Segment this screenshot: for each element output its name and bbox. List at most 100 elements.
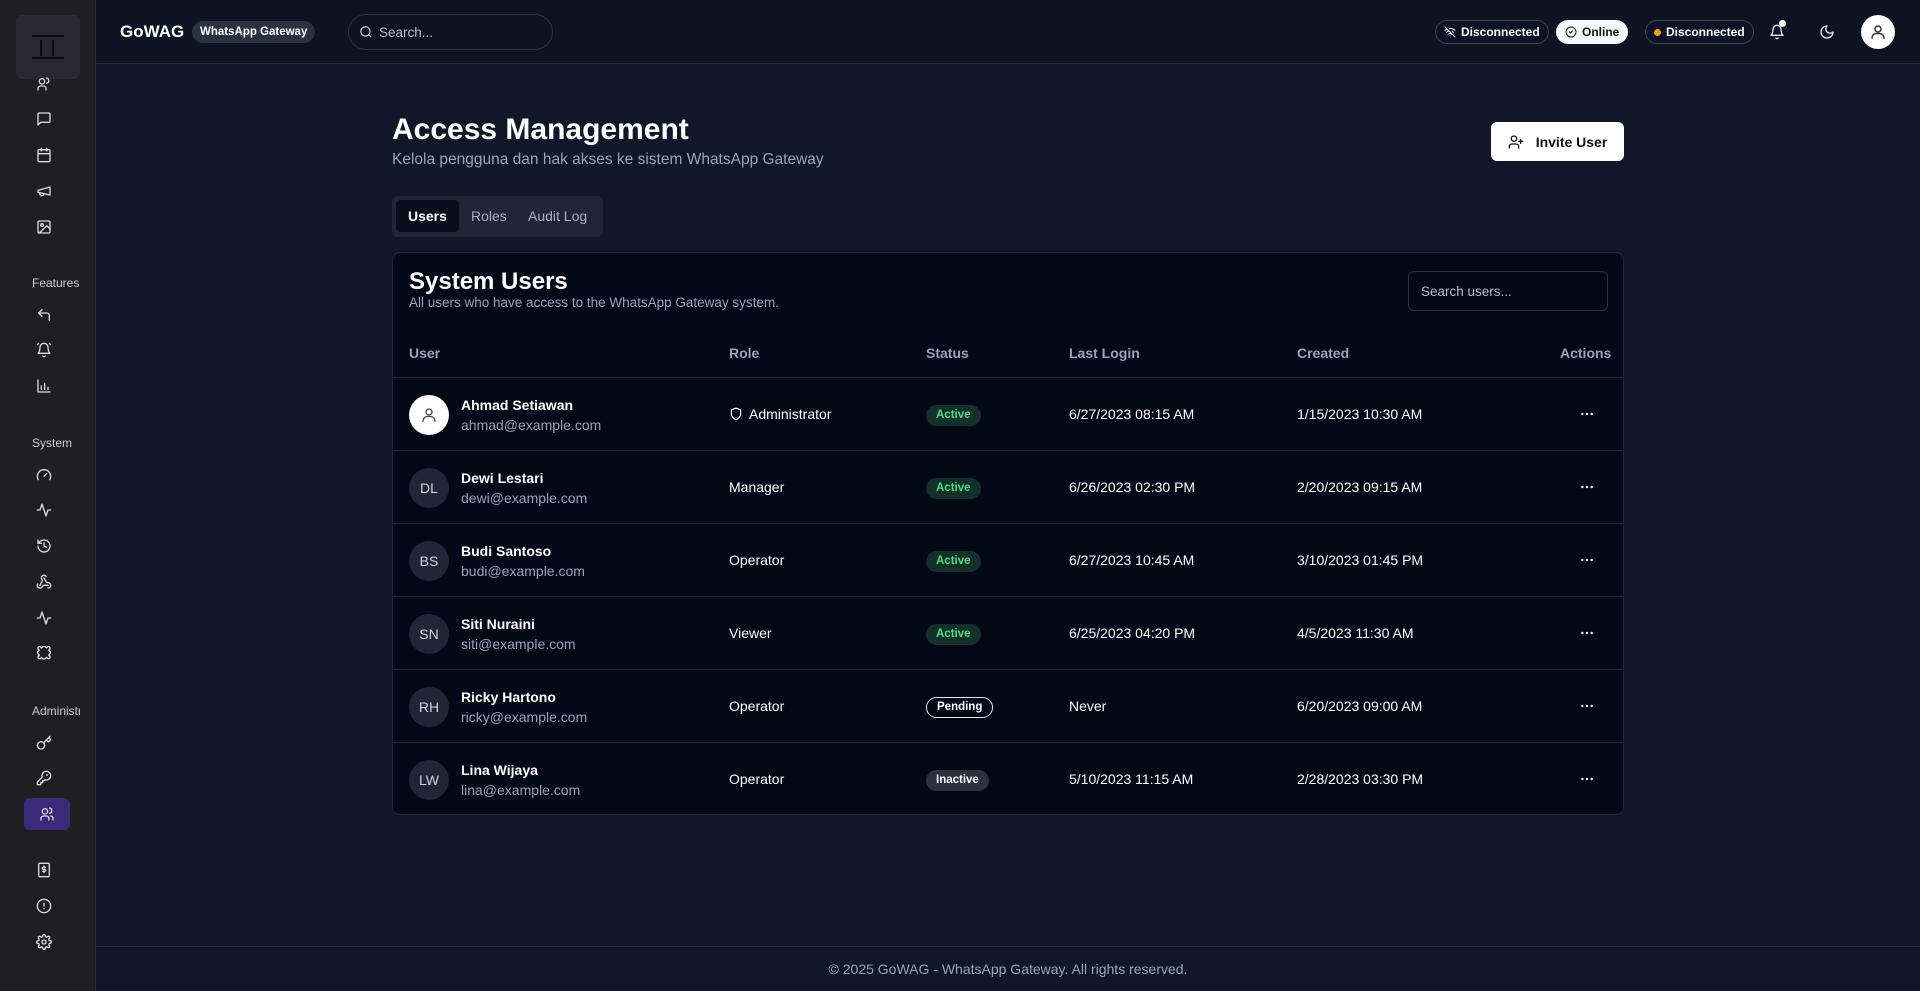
status-badge: Pending [926,697,994,718]
tab-roles[interactable]: Roles [459,200,519,232]
tab-list: Users Roles Audit Log [392,196,603,237]
more-horizontal-icon [1581,777,1593,781]
user-role: Operator [729,698,785,714]
more-horizontal-icon [1581,412,1593,416]
global-search[interactable] [348,14,553,50]
created-date: 2/20/2023 09:15 AM [1297,479,1423,495]
online-status-badge[interactable]: Online [1556,20,1629,44]
pulse-icon[interactable] [28,602,60,634]
device-status-label: Disconnected [1666,25,1745,39]
status-badge: Inactive [926,770,989,791]
info-icon[interactable] [28,890,60,922]
table-row[interactable]: RH Ricky Hartono ricky@example.com Opera… [393,669,1623,742]
user-name: Dewi Lestari [461,470,544,486]
key-icon[interactable] [28,727,60,759]
sidebar-section-features: Features [32,276,80,290]
table-row[interactable]: DL Dewi Lestari dewi@example.com Manager… [393,450,1623,523]
more-horizontal-icon [1581,485,1593,489]
tab-users[interactable]: Users [396,200,459,232]
user-role: Administrator [729,406,831,422]
status-badge: Active [926,478,981,499]
sidebar-section-administration: Administration [32,704,80,718]
system-users-card: System Users All users who have access t… [392,252,1624,815]
gauge-icon[interactable] [28,459,60,491]
column-header-status: Status [926,345,969,361]
check-circle-icon [1565,26,1577,38]
contacts-icon[interactable] [28,68,60,100]
device-status-badge[interactable]: Disconnected [1645,20,1754,44]
table-row[interactable]: BS Budi Santoso budi@example.com Operato… [393,523,1623,596]
avatar: SN [409,614,449,654]
settings-icon[interactable] [28,926,60,958]
connection-status-badge[interactable]: Disconnected [1435,20,1549,44]
bar-chart-icon[interactable] [28,370,60,402]
connection-status-label: Disconnected [1461,25,1540,39]
row-actions-button[interactable] [1575,621,1599,645]
last-login: 6/27/2023 08:15 AM [1069,406,1195,422]
page-subtitle: Kelola pengguna dan hak akses ke sistem … [392,151,824,168]
user-avatar-button[interactable] [1861,15,1895,49]
card-title: System Users [409,268,568,295]
billing-icon[interactable] [28,854,60,886]
puzzle-icon[interactable] [28,638,60,670]
row-actions-button[interactable] [1575,402,1599,426]
theme-toggle-button[interactable] [1815,20,1839,44]
invite-user-button[interactable]: Invite User [1491,122,1624,161]
table-row[interactable]: Ahmad Setiawan ahmad@example.com Adminis… [393,377,1623,450]
chat-icon[interactable] [28,103,60,135]
column-header-user: User [409,345,441,361]
avatar: RH [409,687,449,727]
card-subtitle: All users who have access to the WhatsAp… [409,295,779,310]
notifications-button[interactable] [1765,20,1789,44]
users-icon[interactable] [24,798,70,830]
search-icon [360,26,372,38]
alarm-icon[interactable] [28,334,60,366]
last-login: Never [1069,698,1107,714]
user-role-label: Administrator [749,406,832,422]
row-actions-button[interactable] [1575,475,1599,499]
row-actions-button[interactable] [1575,694,1599,718]
more-horizontal-icon [1581,631,1593,635]
user-name: Ahmad Setiawan [461,397,574,413]
avatar [409,395,449,435]
user-role: Viewer [729,625,772,641]
user-search-input[interactable] [1408,271,1608,311]
column-header-last-login: Last Login [1069,345,1140,361]
reply-icon[interactable] [28,299,60,331]
tab-audit-log[interactable]: Audit Log [516,200,599,232]
table-row[interactable]: SN Siti Nuraini siti@example.com Viewer … [393,596,1623,669]
wifi-off-icon [1444,26,1456,38]
avatar: BS [409,541,449,581]
key-round-icon[interactable] [28,762,60,794]
table-row[interactable]: LW Lina Wijaya lina@example.com Operator… [393,742,1623,815]
sidebar-section-system: System [32,436,73,450]
status-badge: Active [926,405,981,426]
user-name: Siti Nuraini [461,616,535,632]
user-role: Operator [729,552,785,568]
last-login: 6/27/2023 10:45 AM [1069,552,1195,568]
row-actions-button[interactable] [1575,767,1599,791]
user-name: Budi Santoso [461,543,552,559]
top-header: GoWAG WhatsApp Gateway Disconnected Onli… [96,0,1920,64]
image-icon[interactable] [28,211,60,243]
online-status-label: Online [1582,25,1620,39]
footer: © 2025 GoWAG - WhatsApp Gateway. All rig… [96,946,1920,991]
history-icon[interactable] [28,530,60,562]
brand-name[interactable]: GoWAG [120,22,184,42]
megaphone-icon[interactable] [28,175,60,207]
avatar: LW [409,760,449,800]
user-name: Lina Wijaya [461,762,538,778]
row-actions-button[interactable] [1575,548,1599,572]
shield-icon [730,407,742,421]
column-header-role: Role [729,345,760,361]
column-header-created: Created [1297,345,1350,361]
global-search-input[interactable] [379,22,539,42]
activity-icon[interactable] [28,494,60,526]
avatar: DL [409,468,449,508]
calendar-icon[interactable] [28,139,60,171]
more-horizontal-icon [1581,558,1593,562]
last-login: 5/10/2023 11:15 AM [1069,771,1194,787]
webhook-icon[interactable] [28,566,60,598]
status-dot [1654,28,1661,36]
notification-dot [1779,20,1786,27]
